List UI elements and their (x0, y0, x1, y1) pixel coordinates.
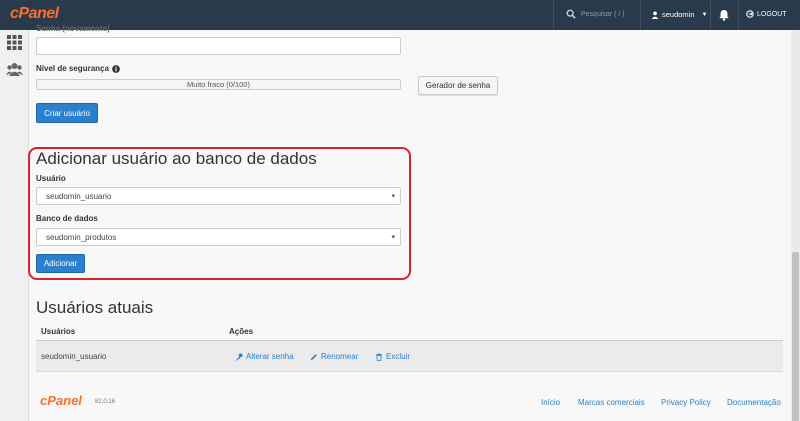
user-label: Usuário (36, 174, 66, 183)
rename-label[interactable]: Renomear (321, 352, 358, 361)
divider (738, 0, 739, 30)
sidebar (0, 30, 29, 421)
delete-label[interactable]: Excluir (386, 352, 410, 361)
divider (640, 0, 641, 30)
security-level-text: Nível de segurança (36, 64, 109, 73)
column-header-actions: Ações (229, 327, 254, 336)
current-users-title: Usuários atuais (36, 298, 154, 317)
footer-link-privacy[interactable]: Privacy Policy (661, 398, 711, 407)
create-user-button[interactable]: Criar usuário (36, 103, 98, 123)
username[interactable]: seudomin (662, 10, 695, 19)
user-menu[interactable]: seudomin ▼ (651, 10, 707, 19)
database-select-value[interactable]: seudomin_produtos (46, 233, 116, 242)
search-icon (566, 9, 576, 19)
footer-link-trademarks[interactable]: Marcas comerciais (578, 398, 645, 407)
security-level-label: Nível de segurança (36, 64, 120, 73)
user-select-value[interactable]: seudomin_usuario (46, 192, 111, 201)
password-generator-button[interactable]: Gerador de senha (418, 76, 498, 95)
search-box[interactable]: Pesquisar ( / ) (566, 9, 625, 19)
divider (710, 0, 711, 30)
user-select[interactable]: seudomin_usuario (36, 187, 401, 205)
add-button-label[interactable]: Adicionar (44, 259, 77, 268)
logout-button[interactable]: LOGOUT (746, 10, 787, 18)
info-icon[interactable] (112, 64, 120, 73)
database-label: Banco de dados (36, 214, 98, 223)
logout-label[interactable]: LOGOUT (757, 11, 787, 18)
key-icon (235, 353, 243, 361)
password-again-input[interactable] (36, 37, 401, 55)
rename-link[interactable]: Renomear (310, 352, 358, 361)
pencil-icon (310, 353, 317, 360)
change-password-link[interactable]: Alterar senha (235, 352, 294, 361)
table-row: seudomin_usuario Alterar senha Renomear … (36, 341, 783, 372)
password-generator-label[interactable]: Gerador de senha (426, 81, 491, 90)
divider (553, 0, 554, 30)
column-header-users: Usuários (41, 327, 76, 336)
bell-icon[interactable] (718, 9, 730, 21)
user-cell: seudomin_usuario (41, 352, 107, 361)
footer-link-documentation[interactable]: Documentação (727, 398, 781, 407)
trash-icon (376, 352, 382, 361)
password-again-label: Senha (novamente) (36, 24, 110, 33)
security-meter: Muito fraco (0/100) (36, 79, 401, 90)
version-text: 82.0.16 (95, 399, 116, 405)
footer-link-home[interactable]: Início (541, 398, 560, 407)
search-placeholder[interactable]: Pesquisar ( / ) (581, 11, 625, 18)
delete-link[interactable]: Excluir (375, 352, 410, 361)
top-navbar: cPanel Pesquisar ( / ) seudomin ▼ LOGOUT (0, 0, 800, 30)
users-icon[interactable] (6, 61, 23, 78)
grid-icon[interactable] (6, 34, 23, 51)
footer-cpanel-logo[interactable]: cPanel (40, 393, 82, 408)
scrollbar[interactable] (791, 30, 800, 421)
logout-icon (746, 10, 754, 18)
scrollbar-thumb[interactable] (792, 252, 799, 421)
change-password-label[interactable]: Alterar senha (246, 352, 294, 361)
cpanel-logo[interactable]: cPanel (10, 5, 59, 23)
user-icon (651, 11, 659, 19)
add-button[interactable]: Adicionar (36, 254, 85, 273)
security-meter-text: Muito fraco (0/100) (187, 80, 250, 89)
create-user-label[interactable]: Criar usuário (44, 109, 90, 118)
caret-down-icon: ▼ (701, 11, 708, 18)
database-select[interactable]: seudomin_produtos (36, 228, 401, 246)
add-user-section-title: Adicionar usuário ao banco de dados (36, 149, 317, 168)
